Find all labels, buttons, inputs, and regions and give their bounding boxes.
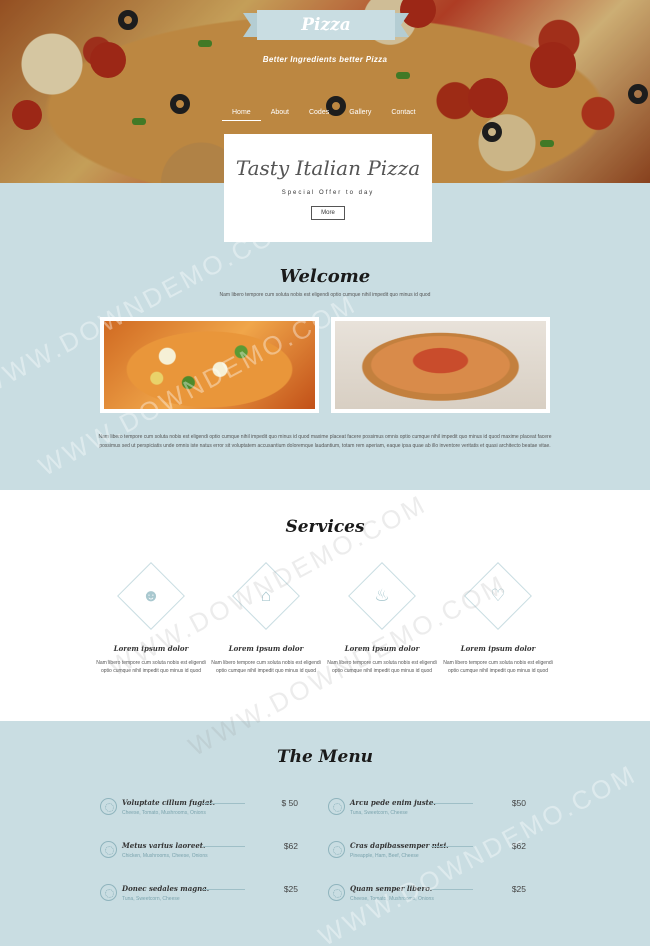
service-title: Lorem ipsum dolor [113,644,189,653]
menu-item-ingredients: Tuna, Sweetcorn, Cheese [122,896,180,902]
offer-box: Tasty Italian Pizza Special Offer to day… [224,134,432,242]
service-card: ♡ Lorem ipsum dolor Nam libero tempore c… [440,560,556,675]
pizza-photo-2 [331,317,550,413]
menu-dotted-line [431,846,473,847]
menu-item-price: $62 [283,841,298,851]
service-icon-frame: ☻ [93,560,209,632]
pizza-image [335,321,546,409]
menu-item-name: Voluptate cillum fugiat. [122,798,216,807]
menu-item-price: $ 50 [281,798,298,808]
pizza-icon [100,884,117,901]
service-card: ⌂ Lorem ipsum dolor Nam libero tempore c… [208,560,324,675]
menu-item-name: Donec sedales magna. [122,884,210,893]
more-button[interactable]: More [311,206,345,220]
brand-logo[interactable]: Pizza [243,15,409,35]
menu-item-price: $62 [511,841,526,851]
menu-section: The Menu Voluptate cillum fugiat. Cheese… [0,721,650,946]
pizza-icon [100,798,117,815]
pizza-icon [328,884,345,901]
nav-home[interactable]: Home [222,109,261,121]
menu-dotted-line [203,846,245,847]
menu-item-name: Arcu pede enim juste. [350,798,436,807]
offer-title: Tasty Italian Pizza [235,156,421,180]
menu-item-price: $25 [283,884,298,894]
home-icon: ⌂ [260,586,272,605]
offer-subtitle: Special Offer to day [281,190,375,196]
pizza-image [104,321,315,409]
nav-gallery[interactable]: Gallery [339,109,381,121]
pizza-icon [328,841,345,858]
menu-dotted-line [203,889,245,890]
services-section: Services ☻ Lorem ipsum dolor Nam libero … [0,490,650,721]
service-icon-frame: ♨ [324,560,440,632]
service-title: Lorem ipsum dolor [228,644,304,653]
service-title: Lorem ipsum dolor [460,644,536,653]
service-text: Nam libero tempore cum soluta nobis est … [327,660,437,674]
menu-dotted-line [431,889,473,890]
menu-item-ingredients: Chicken, Mushrooms, Cheese, Onions [122,853,208,859]
fire-icon: ♨ [374,586,390,605]
service-title: Lorem ipsum dolor [344,644,420,653]
welcome-title: Welcome [279,266,371,287]
welcome-paragraph: Nam libero tempore cum soluta nobis est … [98,434,552,449]
service-card: ☻ Lorem ipsum dolor Nam libero tempore c… [93,560,209,675]
menu-dotted-line [203,803,245,804]
brand-ribbon[interactable]: Pizza [243,10,409,40]
service-icon-frame: ♡ [440,560,556,632]
pizza-icon [100,841,117,858]
menu-item-ingredients: Tuna, Sweetcorn, Cheese [350,810,408,816]
menu-item-ingredients: Pineapple, Ham, Beef, Cheese [350,853,419,859]
menu-item[interactable]: Quam semper libero. Cheese, Tomato, Mush… [328,884,526,912]
menu-item-name: Metus varius laoreet. [122,841,206,850]
services-title: Services [285,517,365,537]
service-text: Nam libero tempore cum soluta nobis est … [211,660,321,674]
service-text: Nam libero tempore cum soluta nobis est … [96,660,206,674]
nav-about[interactable]: About [261,109,299,121]
menu-item[interactable]: Metus varius laoreet. Chicken, Mushrooms… [100,841,298,869]
menu-item-price: $25 [511,884,526,894]
brand-tagline: Better Ingredients better Pizza [262,55,388,64]
menu-item-name: Quam semper libero. [350,884,433,893]
menu-item[interactable]: Donec sedales magna. Tuna, Sweetcorn, Ch… [100,884,298,912]
service-text: Nam libero tempore cum soluta nobis est … [443,660,553,674]
welcome-subtitle: Nam libero tempore cum soluta nobis est … [219,292,431,298]
main-nav: Home About Codes Gallery Contact [222,109,426,121]
menu-title: The Menu [276,747,374,767]
menu-item-ingredients: Cheese, Tomato, Mushrooms, Onions [350,896,434,902]
heart-icon: ♡ [490,586,506,605]
menu-dotted-line [431,803,473,804]
menu-item-ingredients: Cheese, Tomato, Mushrooms, Onions [122,810,206,816]
service-icon-frame: ⌂ [208,560,324,632]
nav-codes[interactable]: Codes [299,109,339,121]
pizza-icon [328,798,345,815]
user-icon: ☻ [142,586,160,605]
pizza-photo-1 [100,317,319,413]
menu-item-price: $50 [511,798,526,808]
menu-item[interactable]: Arcu pede enim juste. Tuna, Sweetcorn, C… [328,798,526,826]
menu-item[interactable]: Cras dapibassemper nisi. Pineapple, Ham,… [328,841,526,869]
service-card: ♨ Lorem ipsum dolor Nam libero tempore c… [324,560,440,675]
nav-contact[interactable]: Contact [381,109,425,121]
menu-item[interactable]: Voluptate cillum fugiat. Cheese, Tomato,… [100,798,298,826]
